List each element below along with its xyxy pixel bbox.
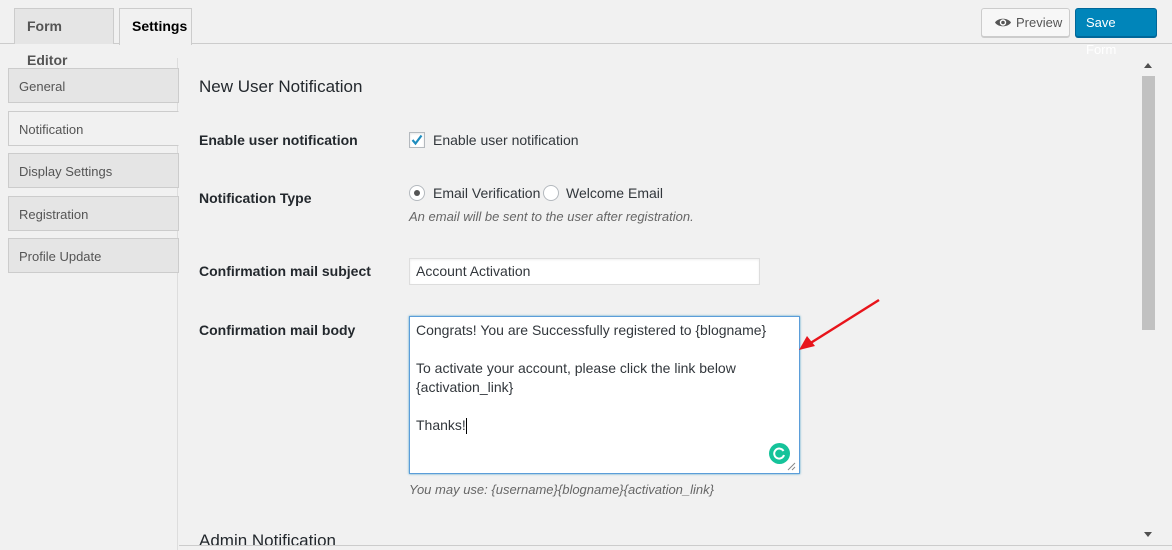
scrollbar-thumb[interactable] xyxy=(1142,76,1155,330)
settings-sidebar: General Notification Display Settings Re… xyxy=(0,58,179,550)
sidebar-item-registration[interactable]: Registration xyxy=(8,196,179,231)
notification-type-help: An email will be sent to the user after … xyxy=(409,209,694,224)
preview-label: Preview xyxy=(1016,15,1063,30)
sidebar-item-profile-update[interactable]: Profile Update xyxy=(8,238,179,273)
admin-notification-title: Admin Notification xyxy=(199,531,337,550)
enable-notification-checkbox[interactable] xyxy=(409,132,425,148)
mail-body-line: Congrats! You are Successfully registere… xyxy=(416,322,767,338)
preview-button[interactable]: Preview xyxy=(981,8,1070,37)
radio-welcome-email[interactable] xyxy=(543,185,559,201)
settings-panel: New User Notification Enable user notifi… xyxy=(179,45,1141,550)
enable-notification-label: Enable user notification xyxy=(199,132,358,148)
radio-email-verification[interactable] xyxy=(409,185,425,201)
tab-settings[interactable]: Settings xyxy=(119,8,192,45)
radio-email-verification-label[interactable]: Email Verification xyxy=(433,185,540,201)
sidebar-item-display-settings[interactable]: Display Settings xyxy=(8,153,179,188)
checkmark-icon xyxy=(411,134,423,146)
notification-type-label: Notification Type xyxy=(199,190,312,206)
mail-body-label: Confirmation mail body xyxy=(199,322,356,338)
tab-form-editor[interactable]: Form Editor xyxy=(14,8,114,68)
mail-subject-label: Confirmation mail subject xyxy=(199,263,371,279)
scroll-down-arrow-icon[interactable] xyxy=(1143,530,1153,538)
sidebar-item-general[interactable]: General xyxy=(8,68,179,103)
mail-body-line xyxy=(416,340,793,359)
section-title: New User Notification xyxy=(199,77,363,96)
resize-handle-icon[interactable] xyxy=(786,461,796,471)
text-caret xyxy=(465,417,467,434)
save-form-button[interactable]: Save Form xyxy=(1075,8,1157,57)
scroll-up-arrow-icon[interactable] xyxy=(1143,62,1153,70)
sidebar-item-notification[interactable]: Notification xyxy=(8,111,179,146)
eye-icon xyxy=(995,18,1011,27)
tab-bar: Form Editor Settings Preview Save Form xyxy=(0,0,1172,68)
mail-body-line: To activate your account, please click t… xyxy=(416,360,736,376)
mail-body-line: Thanks! xyxy=(416,417,466,433)
mail-body-line: {activation_link} xyxy=(416,379,514,395)
mail-body-textarea[interactable]: Congrats! You are Successfully registere… xyxy=(409,316,800,474)
radio-welcome-email-label[interactable]: Welcome Email xyxy=(566,185,663,201)
mail-body-line xyxy=(416,397,793,416)
mail-body-help: You may use: {username}{blogname}{activa… xyxy=(409,482,714,497)
enable-notification-checkbox-label[interactable]: Enable user notification xyxy=(433,132,579,148)
mail-subject-input[interactable]: Account Activation xyxy=(409,258,760,285)
divider xyxy=(179,545,1172,546)
annotation-arrow-icon xyxy=(799,298,880,350)
